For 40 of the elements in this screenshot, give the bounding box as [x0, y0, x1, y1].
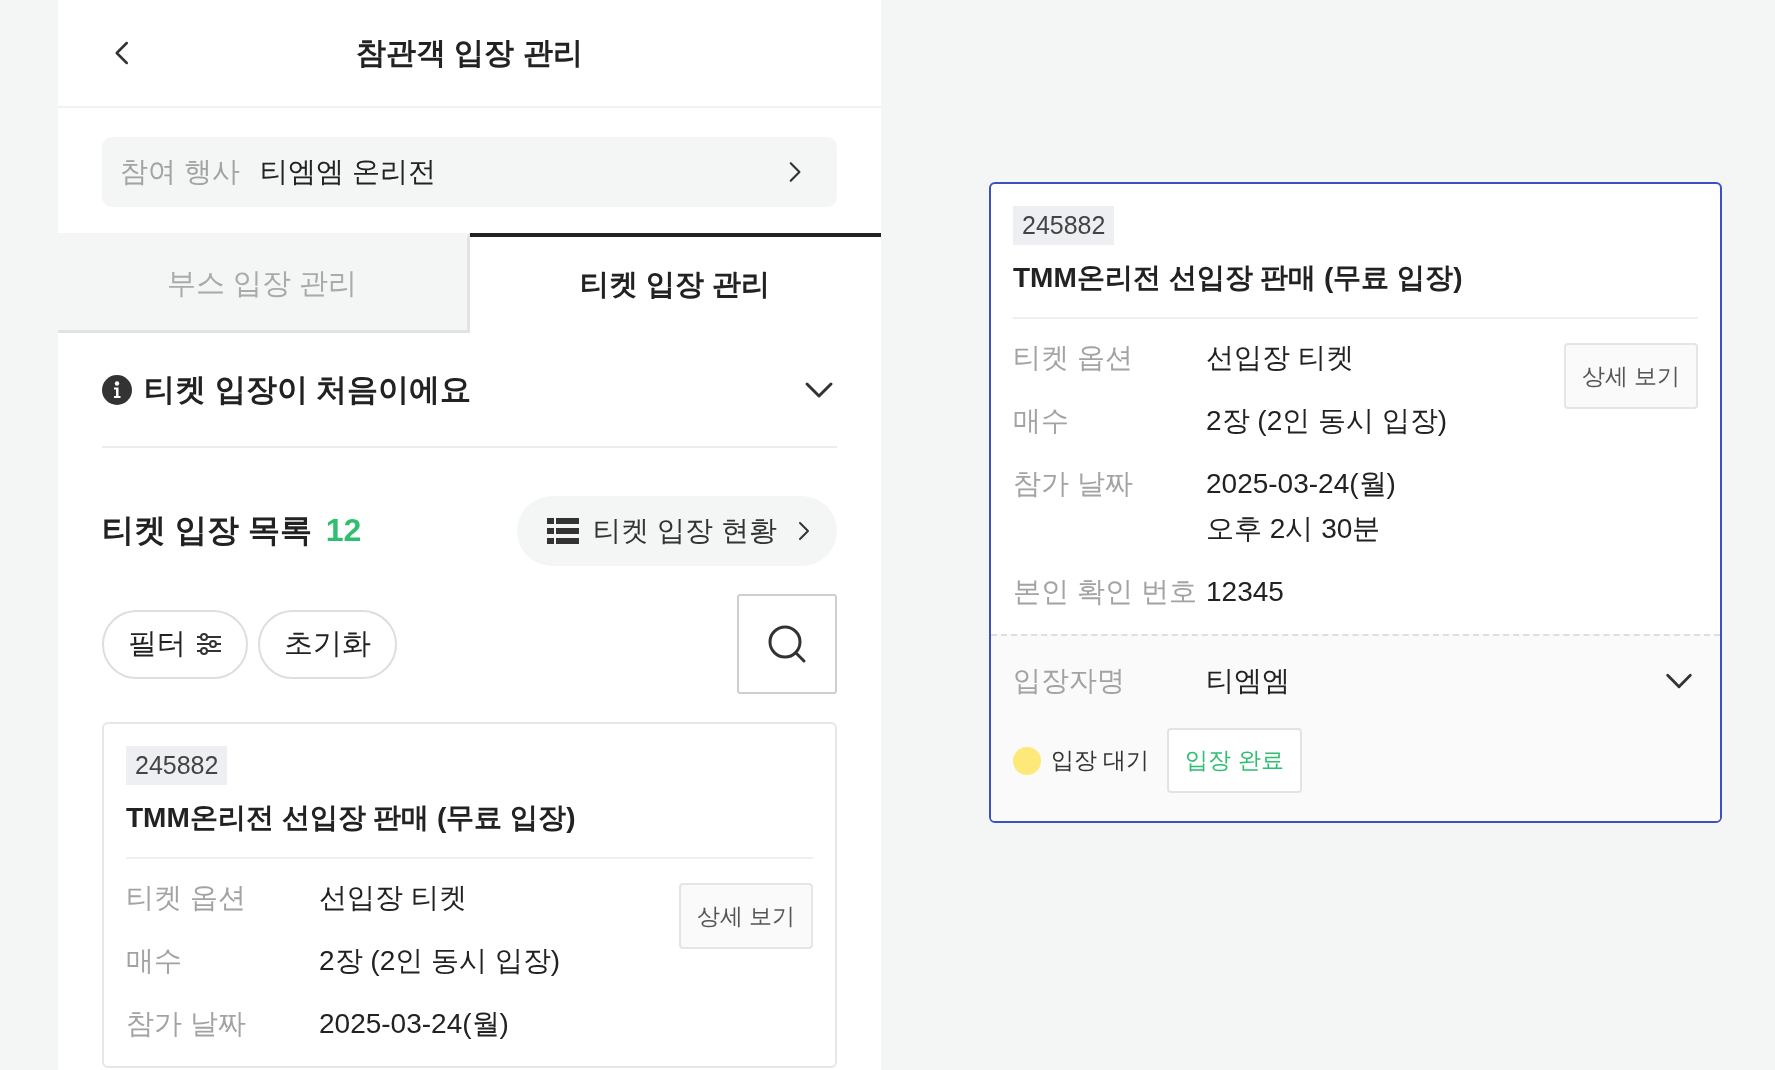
field-value: 2025-03-24(월)	[1206, 467, 1397, 501]
ticket-number: 245882	[1013, 206, 1115, 245]
attendee-name: 티엠엠	[1206, 664, 1291, 698]
info-icon	[102, 374, 132, 405]
field-value: 선입장 티켓	[319, 881, 468, 915]
page-title: 참관객 입장 관리	[356, 34, 583, 71]
field-label: 참가 날짜	[126, 1007, 247, 1041]
field-value: 선입장 티켓	[1206, 341, 1355, 375]
field-label: 매수	[126, 944, 183, 978]
field-value: 12345	[1206, 575, 1285, 609]
list-icon	[547, 518, 580, 544]
field-label: 티켓 옵션	[126, 881, 247, 915]
list-count: 12	[325, 512, 362, 548]
field-value: 2025-03-24(월)	[319, 1007, 510, 1041]
sliders-icon	[196, 632, 222, 656]
field-label: 입장자명	[1013, 664, 1126, 698]
detail-button[interactable]: 상세 보기	[1563, 343, 1698, 409]
attendee-row[interactable]: 입장자명 티엠엠	[1013, 658, 1696, 703]
field-label: 매수	[1013, 404, 1070, 438]
ticket-number: 245882	[126, 746, 228, 785]
status-button[interactable]: 티켓 입장 현황	[517, 496, 837, 566]
detail-button[interactable]: 상세 보기	[678, 883, 813, 949]
field-value: 2장 (2인 동시 입장)	[319, 944, 561, 978]
status-label: 입장 대기	[1051, 746, 1150, 775]
filter-button[interactable]: 필터	[102, 609, 248, 679]
field-value: 2장 (2인 동시 입장)	[1206, 404, 1448, 438]
event-selector[interactable]: 참여 행사 티엠엠 온리전	[102, 137, 837, 207]
search-button[interactable]	[737, 594, 837, 694]
ticket-title: TMM온리전 선입장 판매 (무료 입장)	[1013, 259, 1698, 319]
search-icon	[766, 623, 808, 665]
info-toggle[interactable]: 티켓 입장이 처음이에요	[102, 333, 837, 448]
field-label: 참가 날짜	[1013, 467, 1134, 501]
selector-value: 티엠엠 온리전	[259, 155, 437, 189]
reset-button[interactable]: 초기화	[258, 609, 397, 679]
ticket-title: TMM온리전 선입장 판매 (무료 입장)	[126, 799, 813, 859]
field-label: 티켓 옵션	[1013, 341, 1134, 375]
field-label: 본인 확인 번호	[1013, 575, 1198, 609]
field-value: 오후 2시 30분	[1206, 512, 1382, 546]
list-title: 티켓 입장 목록	[102, 512, 312, 548]
selector-label: 참여 행사	[120, 155, 240, 189]
